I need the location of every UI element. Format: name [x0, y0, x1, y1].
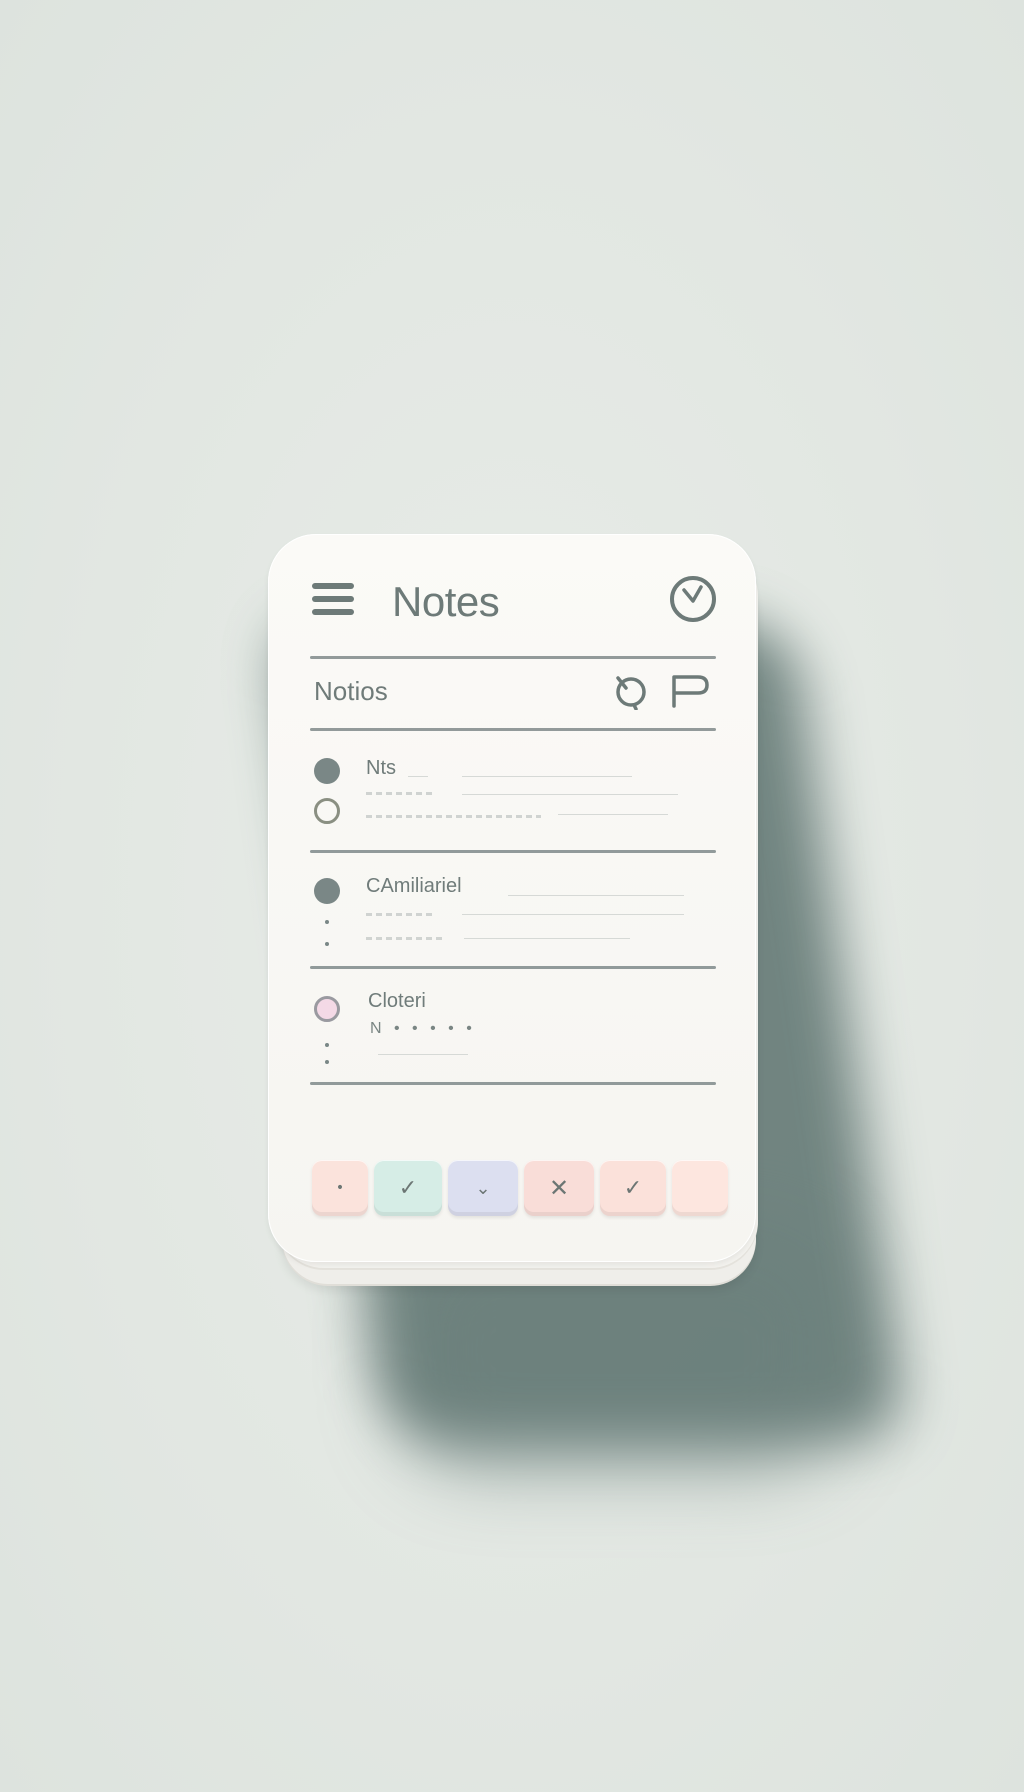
- dot-marker: [325, 1043, 329, 1047]
- text-placeholder-line: [408, 776, 428, 777]
- hamburger-menu-icon[interactable]: [312, 582, 354, 616]
- text-placeholder-line: [508, 895, 684, 896]
- list-item-title[interactable]: Nts: [366, 757, 396, 780]
- dot-marker: [325, 942, 329, 946]
- close-icon: ✕: [548, 1174, 570, 1202]
- text-placeholder-line: [366, 937, 446, 940]
- action-button-blank[interactable]: [672, 1160, 728, 1216]
- dot-icon: •: [335, 1180, 345, 1196]
- dot-marker: [325, 920, 329, 924]
- chevron-down-icon: ⌄: [475, 1177, 491, 1199]
- header-divider: [310, 656, 716, 659]
- app-header: Notes: [268, 534, 756, 654]
- text-placeholder-line: [366, 913, 436, 916]
- clock-icon[interactable]: [668, 574, 718, 624]
- list-divider: [310, 850, 716, 853]
- text-placeholder-line: [462, 914, 684, 915]
- list-item-title[interactable]: CAmiliariel: [366, 875, 462, 898]
- bullet-filled[interactable]: [314, 878, 340, 904]
- text-placeholder-line: [462, 794, 678, 795]
- action-button-chevron[interactable]: ⌄: [448, 1160, 518, 1216]
- text-placeholder-line: [464, 938, 630, 939]
- action-button-close[interactable]: ✕: [524, 1160, 594, 1216]
- bullet-filled[interactable]: [314, 758, 340, 784]
- rotate-icon[interactable]: [612, 672, 650, 711]
- app-title: Notes: [392, 578, 500, 625]
- text-placeholder-line: [366, 792, 436, 795]
- bullet-empty[interactable]: [314, 798, 340, 824]
- list-item-title[interactable]: Cloteri: [368, 990, 426, 1013]
- list-divider: [310, 966, 716, 969]
- action-button-check[interactable]: ✓: [374, 1160, 442, 1216]
- bullet-pink[interactable]: [314, 996, 340, 1022]
- text-placeholder-line: [378, 1054, 468, 1055]
- toolbar-divider: [310, 728, 716, 731]
- notes-app-card: Notes Notios Nts CAmiliariel Cloteri N •…: [268, 534, 756, 1262]
- action-button-confirm[interactable]: ✓: [600, 1160, 666, 1216]
- list-item-subtitle: N • • • • •: [370, 1020, 476, 1037]
- dot-marker: [325, 1060, 329, 1064]
- pin-flag-icon[interactable]: [670, 674, 710, 708]
- text-placeholder-line: [366, 815, 541, 818]
- text-placeholder-line: [462, 776, 632, 777]
- action-button-dot[interactable]: •: [312, 1160, 368, 1216]
- text-placeholder-line: [558, 814, 668, 815]
- check-icon: ✓: [398, 1175, 418, 1201]
- check-icon: ✓: [623, 1175, 643, 1201]
- toolbar-label: Notios: [314, 676, 388, 706]
- action-button-row: • ✓ ⌄ ✕ ✓: [312, 1160, 728, 1220]
- list-divider: [310, 1082, 716, 1085]
